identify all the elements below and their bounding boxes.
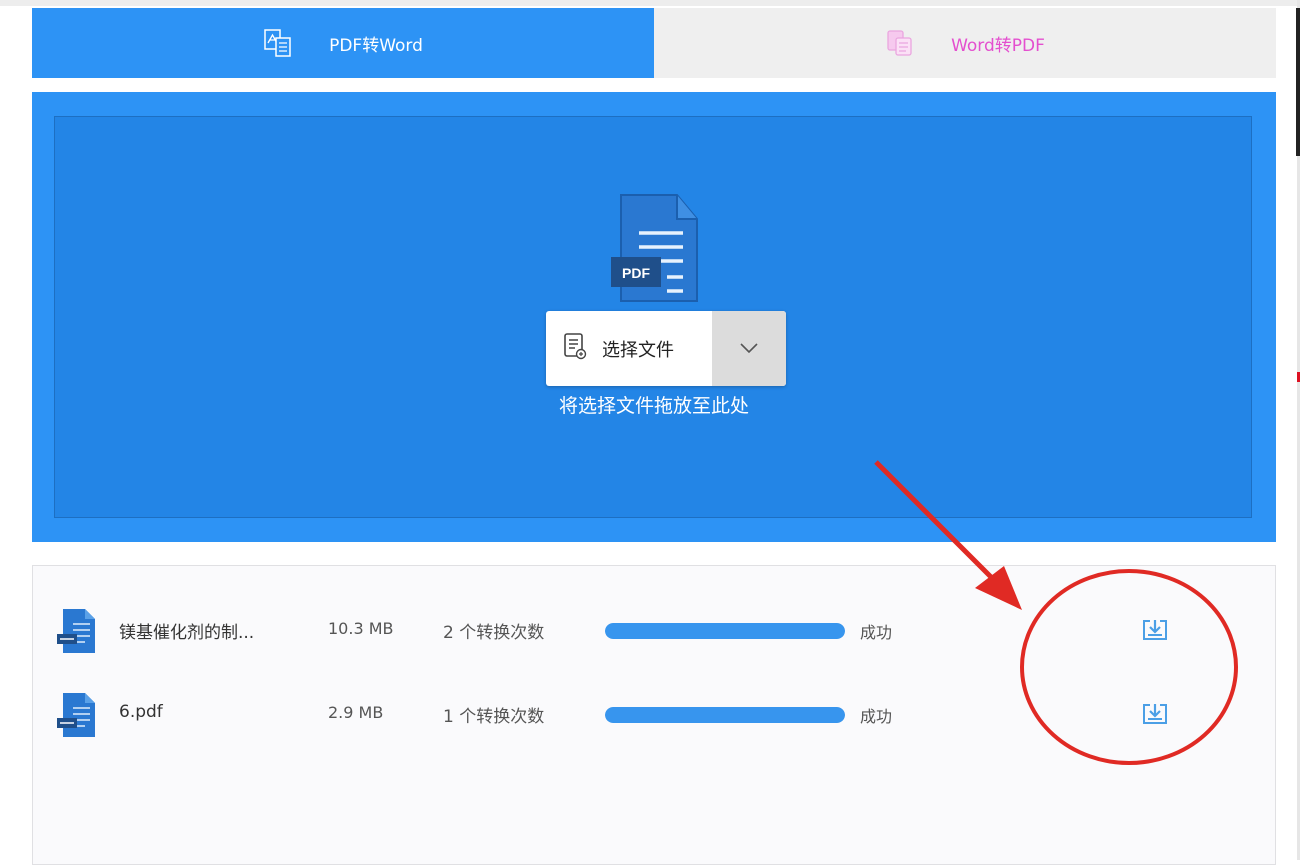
chevron-down-icon [739, 339, 759, 358]
file-size: 2.9 MB [328, 703, 384, 722]
file-name: 6.pdf [119, 702, 163, 722]
select-file-button[interactable]: 选择文件 [546, 311, 712, 386]
tab-pdf-to-word[interactable]: PDF转Word [32, 8, 654, 78]
select-file-label: 选择文件 [602, 339, 674, 361]
file-name: 镁基催化剂的制... [119, 623, 255, 643]
conversion-tabs: PDF转Word Word转PDF [32, 8, 1276, 78]
drop-hint-text: 将选择文件拖放至此处 [558, 395, 749, 417]
scrollbar-thumb[interactable] [1296, 8, 1300, 156]
list-item: 6.pdf 2.9 MB 1 个转换次数 成功 [33, 680, 1277, 740]
progress-fill [605, 623, 845, 639]
top-border [0, 0, 1300, 6]
pdf-to-word-icon [263, 28, 293, 58]
conversion-count: 2 个转换次数 [443, 623, 545, 643]
progress-fill [605, 707, 845, 723]
list-item: 镁基催化剂的制... 10.3 MB 2 个转换次数 成功 [33, 596, 1277, 656]
file-size: 10.3 MB [328, 619, 394, 638]
progress-bar [605, 623, 845, 639]
file-list: 镁基催化剂的制... 10.3 MB 2 个转换次数 成功 6.pdf 2.9 … [32, 565, 1276, 865]
tab-word-to-pdf[interactable]: Word转PDF [654, 8, 1276, 78]
select-dropdown-button[interactable] [712, 311, 786, 386]
word-file-icon [57, 608, 97, 654]
download-icon[interactable] [1141, 618, 1169, 644]
drop-zone[interactable]: PDF 选择文件 将选择文件拖放至此处 [54, 116, 1252, 518]
document-icon [562, 332, 588, 365]
upload-area: PDF 选择文件 将选择文件拖放至此处 [32, 92, 1276, 542]
download-icon[interactable] [1141, 702, 1169, 728]
pdf-file-icon: PDF [609, 193, 709, 313]
file-select-control: 选择文件 [546, 311, 786, 386]
status-text: 成功 [860, 623, 893, 642]
conversion-count: 1 个转换次数 [443, 707, 545, 727]
word-file-icon [57, 692, 97, 738]
tab-label: Word转PDF [951, 35, 1045, 56]
progress-bar [605, 707, 845, 723]
tab-label: PDF转Word [329, 35, 423, 56]
svg-text:PDF: PDF [622, 265, 650, 281]
status-text: 成功 [860, 707, 893, 726]
word-to-pdf-icon [885, 28, 915, 58]
